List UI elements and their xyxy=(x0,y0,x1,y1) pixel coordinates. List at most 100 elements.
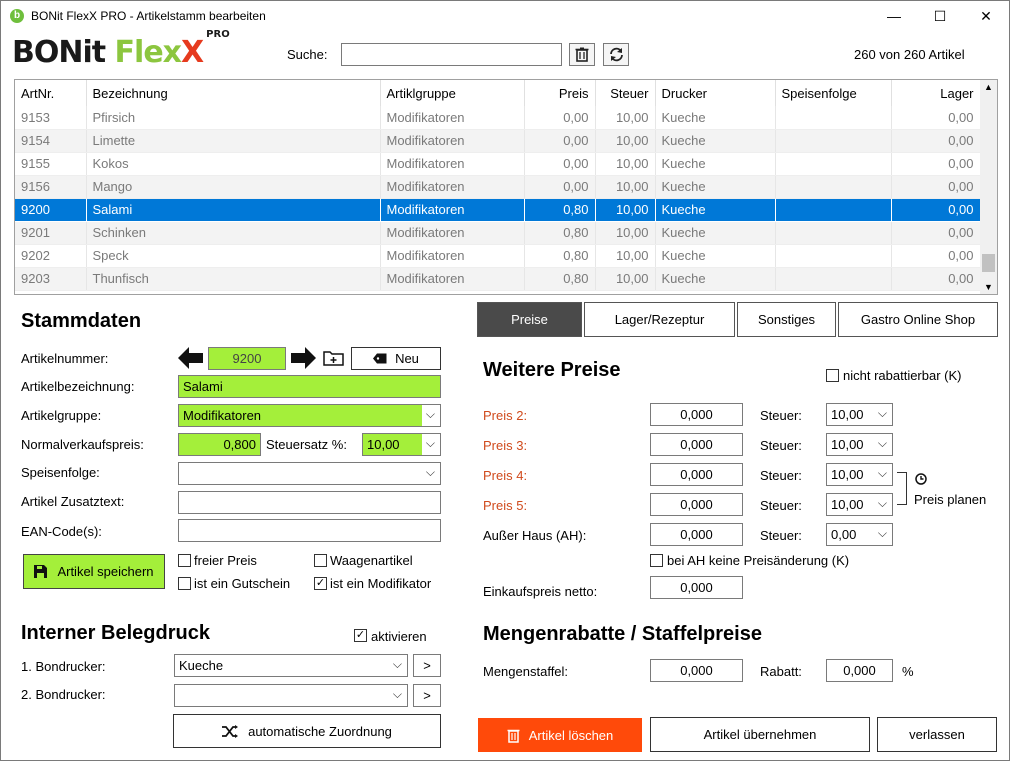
preis-steuer-select[interactable]: 10,00 xyxy=(826,433,893,456)
table-row[interactable]: 9153 Pfirsich Modifikatoren 0,00 10,00 Kueche… xyxy=(15,106,981,130)
preis-steuer-select[interactable]: 10,00 xyxy=(826,403,893,426)
arrow-left-icon[interactable] xyxy=(178,347,203,369)
mengenstaffel-field[interactable]: 0,000 xyxy=(650,659,743,682)
refresh-button[interactable] xyxy=(603,43,629,66)
table-row[interactable]: 9202 Speck Modifikatoren 0,80 10,00 Kueche 0,0… xyxy=(15,244,981,268)
tab-sonstiges[interactable]: Sonstiges xyxy=(737,302,836,337)
gutschein-checkbox[interactable] xyxy=(178,577,191,590)
table-scrollbar[interactable]: ▲ ▼ xyxy=(980,80,997,294)
col-header-speisenfolge[interactable]: Speisenfolge xyxy=(775,80,892,106)
neu-button[interactable]: Neu xyxy=(351,347,441,370)
nicht-rabattierbar-checkbox[interactable] xyxy=(826,369,839,382)
minimize-button[interactable]: — xyxy=(871,1,917,31)
new-folder-icon[interactable] xyxy=(323,349,344,366)
article-table[interactable]: ArtNr. Bezeichnung Artiklgruppe Preis St… xyxy=(14,79,998,295)
leave-button[interactable]: verlassen xyxy=(877,717,997,752)
table-row[interactable]: 9154 Limette Modifikatoren 0,00 10,00 Kueche 0… xyxy=(15,129,981,153)
vk-field[interactable]: 0,800 xyxy=(178,433,261,456)
col-header-artikelgruppe[interactable]: Artiklgruppe xyxy=(380,80,525,106)
table-row[interactable]: 9156 Mango Modifikatoren 0,00 10,00 Kueche 0,0… xyxy=(15,175,981,199)
drucker2-select[interactable] xyxy=(174,684,408,707)
scroll-up-icon[interactable]: ▲ xyxy=(980,82,997,92)
col-header-bezeichnung[interactable]: Bezeichnung xyxy=(86,80,381,106)
delete-article-button[interactable]: Artikel löschen xyxy=(478,718,642,752)
rabatt-field[interactable]: 0,000 xyxy=(826,659,893,682)
drucker1-more-button[interactable]: > xyxy=(413,654,441,677)
table-cell: 10,00 xyxy=(595,198,656,222)
tab-gastro-online-shop[interactable]: Gastro Online Shop xyxy=(838,302,998,337)
neu-label: Neu xyxy=(395,351,419,366)
article-count: 260 von 260 Artikel xyxy=(854,47,965,62)
clock-icon xyxy=(915,473,927,485)
tab-lager-rezeptur[interactable]: Lager/Rezeptur xyxy=(584,302,735,337)
table-cell xyxy=(775,175,892,199)
preis-steuer-select[interactable]: 0,00 xyxy=(826,523,893,546)
table-cell xyxy=(775,106,892,130)
table-cell: Schinken xyxy=(86,221,381,245)
artikelnummer-field[interactable]: 9200 xyxy=(208,347,286,370)
table-cell xyxy=(775,129,892,153)
table-cell: 10,00 xyxy=(595,106,656,130)
search-input[interactable] xyxy=(341,43,562,66)
drucker2-more-button[interactable]: > xyxy=(413,684,441,707)
table-cell: 0,00 xyxy=(524,175,596,199)
tab-preise[interactable]: Preise xyxy=(477,302,582,337)
clear-search-button[interactable] xyxy=(569,43,595,66)
bezeichnung-field[interactable]: Salami xyxy=(178,375,441,398)
apply-article-button[interactable]: Artikel übernehmen xyxy=(650,717,870,752)
drucker1-select[interactable]: Kueche xyxy=(174,654,408,677)
table-cell: 0,00 xyxy=(524,106,596,130)
ek-field[interactable]: 0,000 xyxy=(650,576,743,599)
preis-value-field[interactable]: 0,000 xyxy=(650,523,743,546)
ean-field[interactable] xyxy=(178,519,441,542)
gruppe-select[interactable]: Modifikatoren xyxy=(178,404,441,427)
col-header-drucker[interactable]: Drucker xyxy=(655,80,776,106)
table-cell: 0,80 xyxy=(524,198,596,222)
col-header-steuer[interactable]: Steuer xyxy=(595,80,656,106)
table-cell: Modifikatoren xyxy=(380,175,525,199)
waagenartikel-label: Waagenartikel xyxy=(330,553,413,568)
preis-row-label: Preis 3: xyxy=(483,438,528,453)
save-button[interactable]: Artikel speichern xyxy=(23,554,165,589)
mengenrabatte-heading: Mengenrabatte / Staffelpreise xyxy=(483,623,762,645)
freier-preis-checkbox[interactable] xyxy=(178,554,191,567)
col-header-lager[interactable]: Lager xyxy=(891,80,981,106)
window-title: BONit FlexX PRO - Artikelstamm bearbeite… xyxy=(31,9,266,23)
arrow-right-icon[interactable] xyxy=(291,347,316,369)
table-row[interactable]: 9200 Salami Modifikatoren 0,80 10,00 Kueche 0,… xyxy=(15,198,981,222)
preis-value-field[interactable]: 0,000 xyxy=(650,463,743,486)
table-cell: Kueche xyxy=(655,267,776,291)
ah-keine-aenderung-checkbox[interactable] xyxy=(650,554,663,567)
table-row[interactable]: 9155 Kokos Modifikatoren 0,00 10,00 Kueche 0,0… xyxy=(15,152,981,176)
col-header-preis[interactable]: Preis xyxy=(524,80,596,106)
preis-steuer-select[interactable]: 10,00 xyxy=(826,463,893,486)
maximize-button[interactable]: ☐ xyxy=(917,1,963,31)
col-header-artnr[interactable]: ArtNr. xyxy=(15,80,87,106)
table-row[interactable]: 9203 Thunfisch Modifikatoren 0,80 10,00 Kuech… xyxy=(15,267,981,291)
modifikator-checkbox[interactable]: ✓ xyxy=(314,577,327,590)
scroll-thumb[interactable] xyxy=(982,254,995,272)
preis-value-field[interactable]: 0,000 xyxy=(650,493,743,516)
table-cell: Kueche xyxy=(655,129,776,153)
close-button[interactable]: ✕ xyxy=(963,1,1009,31)
aktivieren-checkbox[interactable]: ✓ xyxy=(354,629,367,642)
preis-planen-link[interactable]: Preis planen xyxy=(914,492,986,507)
auto-zuordnung-button[interactable]: automatische Zuordnung xyxy=(173,714,441,748)
table-cell: 9154 xyxy=(15,129,87,153)
speisenfolge-select[interactable] xyxy=(178,462,441,485)
zusatztext-field[interactable] xyxy=(178,491,441,514)
table-cell: Modifikatoren xyxy=(380,129,525,153)
table-cell: Kokos xyxy=(86,152,381,176)
waagenartikel-checkbox[interactable] xyxy=(314,554,327,567)
preis-value-field[interactable]: 0,000 xyxy=(650,403,743,426)
table-cell: Kueche xyxy=(655,152,776,176)
steuersatz-select[interactable]: 10,00 xyxy=(362,433,441,456)
window: b BONit FlexX PRO - Artikelstamm bearbei… xyxy=(0,0,1010,761)
preis-steuer-label: Steuer: xyxy=(760,408,802,423)
table-row[interactable]: 9201 Schinken Modifikatoren 0,80 10,00 Kueche… xyxy=(15,221,981,245)
scroll-down-icon[interactable]: ▼ xyxy=(984,282,993,292)
drucker1-label: 1. Bondrucker: xyxy=(21,659,106,674)
preis-value-field[interactable]: 0,000 xyxy=(650,433,743,456)
preis-steuer-select[interactable]: 10,00 xyxy=(826,493,893,516)
tag-icon xyxy=(373,353,387,364)
